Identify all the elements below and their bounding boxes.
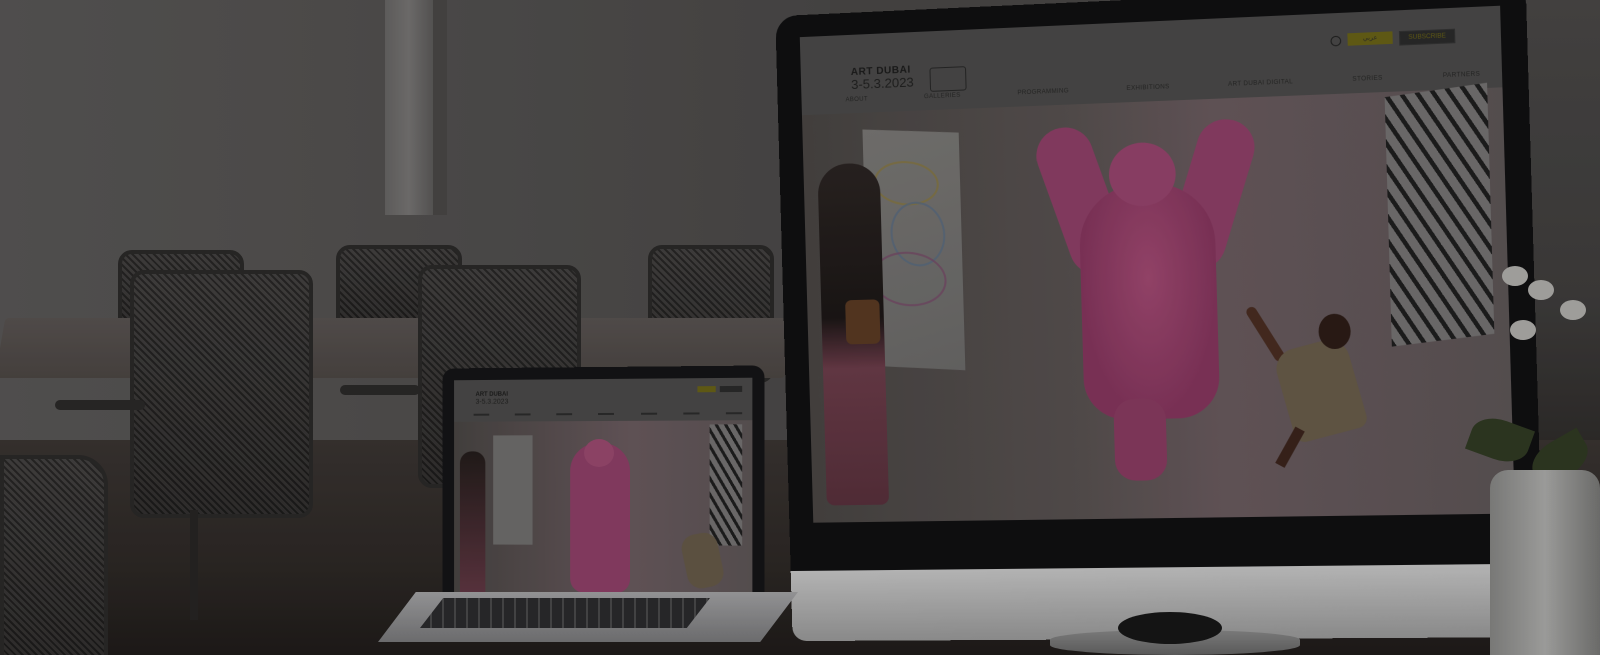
chair-foreground bbox=[0, 455, 108, 655]
laptop-nav-item[interactable] bbox=[598, 412, 615, 416]
laptop-nav-item[interactable] bbox=[473, 413, 490, 416]
orchid-flower bbox=[1528, 280, 1554, 300]
laptop-nav-item[interactable] bbox=[514, 413, 531, 416]
bear-leg bbox=[1113, 398, 1168, 481]
laptop-artwork-left bbox=[493, 435, 533, 545]
laptop-nav-item[interactable] bbox=[640, 412, 657, 415]
nav-item-partners[interactable]: PARTNERS bbox=[1443, 71, 1481, 79]
laptop-site-logo[interactable]: ART DUBAI bbox=[476, 392, 508, 398]
laptop-subscribe-button[interactable] bbox=[719, 385, 743, 393]
desktop-monitor: ART DUBAI 3-5.3.2023 عربي SUBSCRIBE ABOU… bbox=[775, 0, 1545, 642]
monitor-screen: ART DUBAI 3-5.3.2023 عربي SUBSCRIBE ABOU… bbox=[799, 5, 1515, 523]
paint-stroke bbox=[873, 160, 940, 207]
laptop-screen: ART DUBAI 3-5.3.2023 bbox=[454, 377, 753, 598]
laptop-hero-image bbox=[454, 420, 753, 598]
pink-bear-costume bbox=[1078, 181, 1221, 421]
laptop-site-header: ART DUBAI 3-5.3.2023 bbox=[454, 377, 753, 422]
pillar-shadow bbox=[433, 0, 447, 215]
child-leg bbox=[1275, 426, 1305, 468]
laptop-site-nav bbox=[473, 412, 743, 418]
pillar bbox=[385, 0, 433, 215]
orchid-flower bbox=[1502, 266, 1528, 286]
orchid-flower bbox=[1560, 300, 1586, 320]
laptop-bear-head bbox=[584, 438, 614, 468]
subscribe-button[interactable]: SUBSCRIBE bbox=[1398, 28, 1456, 46]
visitor-bag bbox=[845, 299, 881, 345]
laptop-nav-item[interactable] bbox=[556, 413, 573, 416]
orchid-flower bbox=[1510, 320, 1536, 340]
nav-item-galleries[interactable]: GALLERIES bbox=[924, 93, 961, 101]
laptop: ART DUBAI 3-5.3.2023 bbox=[442, 365, 765, 612]
chair-arm-2 bbox=[340, 385, 420, 395]
nav-item-stories[interactable]: STORIES bbox=[1352, 75, 1383, 82]
laptop-nav-item[interactable] bbox=[725, 412, 743, 415]
language-button[interactable]: عربي bbox=[1347, 31, 1393, 46]
speaker-puck bbox=[1118, 612, 1222, 644]
laptop-keyboard bbox=[420, 598, 710, 628]
laptop-artwork-right bbox=[709, 424, 743, 546]
laptop-nav-item[interactable] bbox=[683, 412, 700, 415]
laptop-visitor-figure bbox=[459, 451, 486, 598]
dancing-child bbox=[1244, 301, 1370, 469]
hero-image bbox=[801, 82, 1515, 523]
site-date: 3-5.3.2023 bbox=[850, 74, 914, 93]
nav-item-exhibitions[interactable]: EXHIBITIONS bbox=[1126, 84, 1169, 92]
chair-front-1 bbox=[130, 270, 313, 518]
plant-pot bbox=[1490, 470, 1600, 655]
nav-item-art-dubai-digital[interactable]: ART DUBAI DIGITAL bbox=[1228, 79, 1293, 88]
office-scene: ART DUBAI 3-5.3.2023 عربي SUBSCRIBE ABOU… bbox=[0, 0, 1600, 655]
sponsor-logo bbox=[929, 66, 967, 92]
laptop-site-date: 3-5.3.2023 bbox=[475, 398, 509, 406]
child-head bbox=[1318, 313, 1352, 350]
nav-item-about[interactable]: ABOUT bbox=[845, 96, 867, 103]
chair-arm-1 bbox=[55, 400, 145, 410]
nav-item-programming[interactable]: PROGRAMMING bbox=[1017, 88, 1069, 96]
laptop-language-button[interactable] bbox=[697, 386, 716, 393]
search-icon[interactable] bbox=[1330, 35, 1342, 47]
child-dress bbox=[1271, 335, 1370, 445]
artwork-lines-right bbox=[1384, 82, 1495, 347]
chair-leg-1 bbox=[190, 510, 198, 620]
